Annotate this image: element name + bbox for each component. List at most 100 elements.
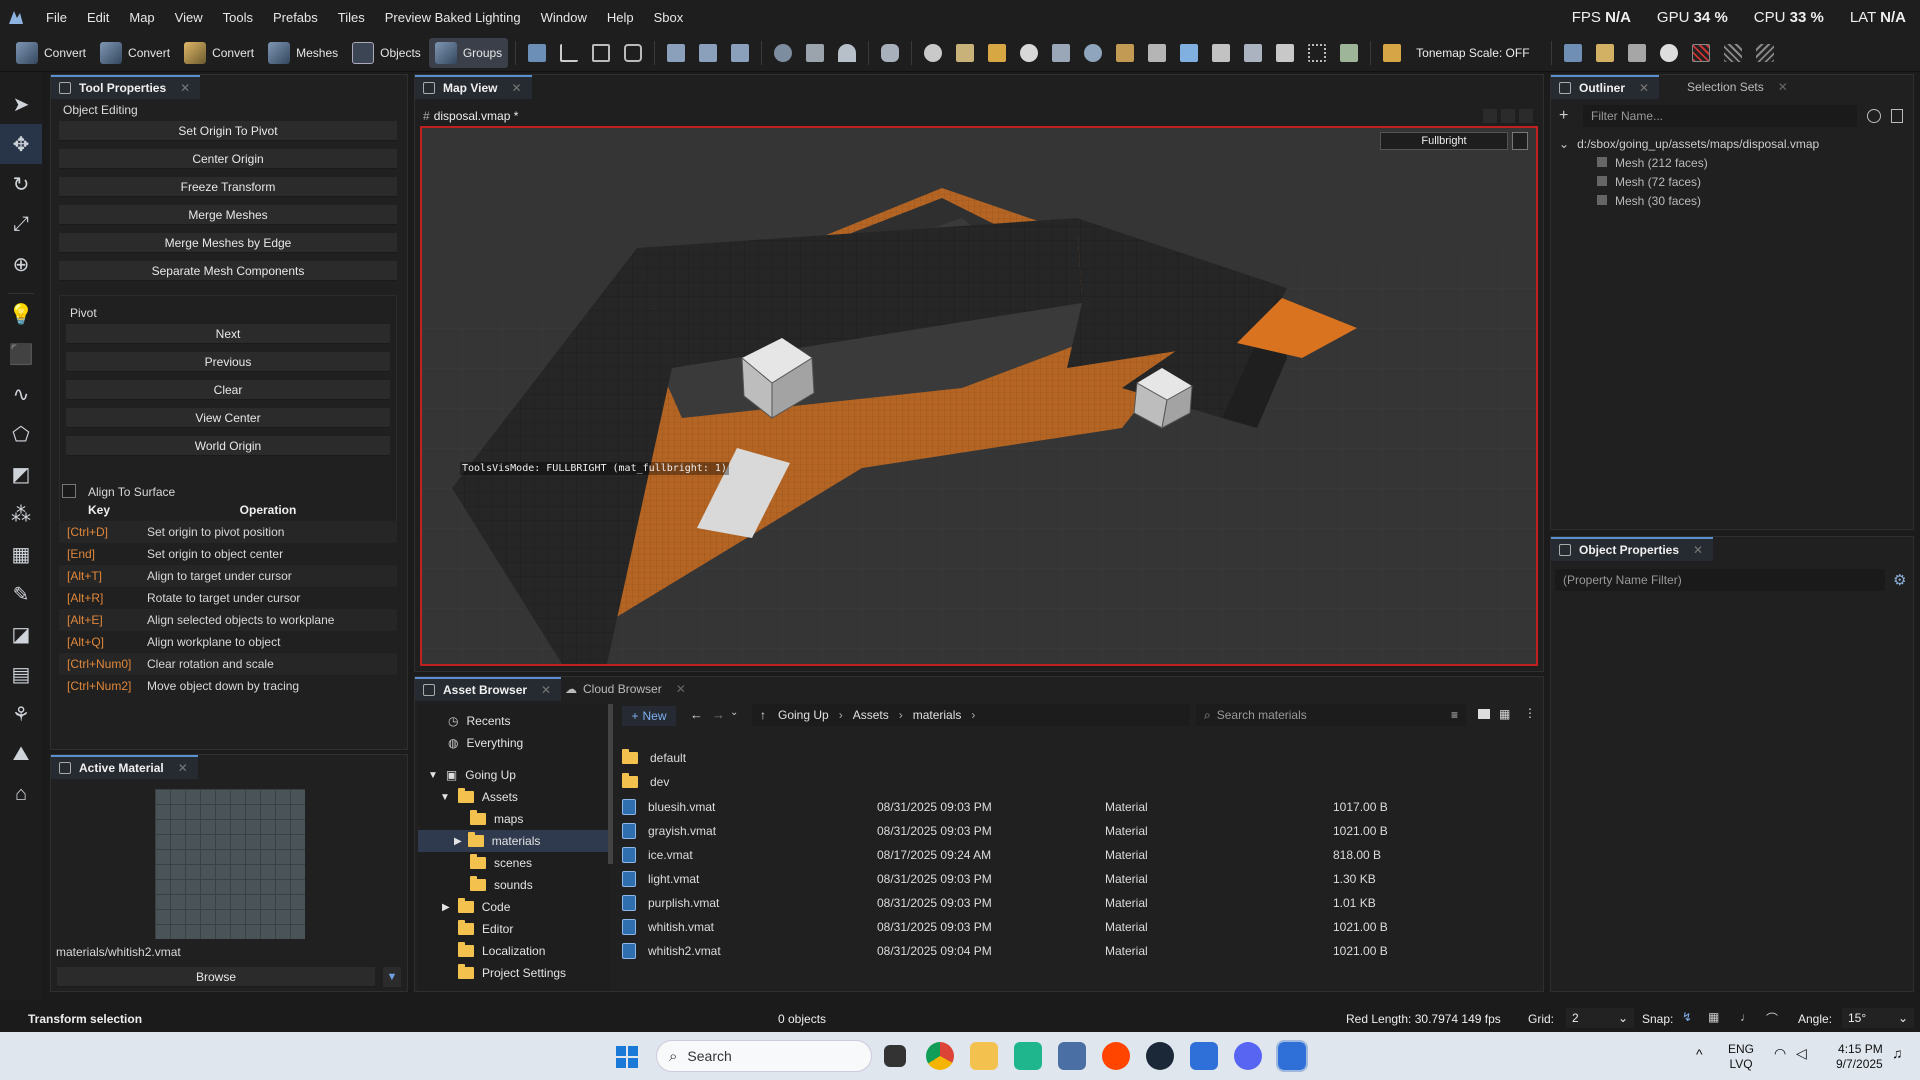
select-arrow-icon[interactable]: ➤: [0, 84, 42, 124]
merge-meshes-button[interactable]: Merge Meshes: [59, 205, 397, 225]
entity-icon[interactable]: [952, 40, 978, 66]
pivot-clear-button[interactable]: Clear: [66, 380, 390, 400]
terrain-tool-icon[interactable]: ⛰: [0, 734, 42, 774]
outliner-item[interactable]: Mesh (30 faces): [1597, 194, 1701, 208]
convert-button-1[interactable]: Convert: [10, 38, 92, 68]
steam-icon[interactable]: [1146, 1042, 1174, 1070]
property-filter-input[interactable]: (Property Name Filter): [1555, 569, 1885, 591]
plant-icon[interactable]: ⚘: [0, 694, 42, 734]
snap-angle-icon[interactable]: ⌒: [1766, 1010, 1778, 1027]
list-item[interactable]: dev: [622, 770, 1537, 794]
tonemap-icon[interactable]: [1379, 40, 1405, 66]
close-viewport-icon[interactable]: [1519, 109, 1533, 123]
close-icon[interactable]: ✕: [511, 81, 521, 95]
filter-icon[interactable]: ≡: [1451, 708, 1458, 722]
table-row[interactable]: whitish.vmat 08/31/2025 09:03 PM Material 1…: [622, 915, 1537, 939]
sphere-icon[interactable]: [770, 40, 796, 66]
more-options-icon[interactable]: ⋮: [1524, 706, 1536, 720]
chevron-right-icon[interactable]: ▶: [454, 836, 462, 847]
taskbar-search[interactable]: ⌕ Search: [656, 1040, 872, 1072]
checker-icon[interactable]: ▦: [0, 534, 42, 574]
terrain-icon[interactable]: [1624, 40, 1650, 66]
objects-button[interactable]: Objects: [346, 38, 427, 68]
grid-dots-icon[interactable]: [1304, 40, 1330, 66]
table-row[interactable]: bluesih.vmat 08/31/2025 09:03 PM Material 1…: [622, 795, 1537, 819]
cut-icon[interactable]: [695, 40, 721, 66]
tree-folder-materials[interactable]: ▶ materials: [418, 830, 610, 852]
separate-mesh-components-button[interactable]: Separate Mesh Components: [59, 261, 397, 281]
language-indicator[interactable]: ENG LVQ: [1728, 1042, 1754, 1072]
stripes-icon[interactable]: [1720, 40, 1746, 66]
breadcrumb-assets[interactable]: Assets: [853, 708, 889, 722]
freeze-transform-button[interactable]: Freeze Transform: [59, 177, 397, 197]
path-icon[interactable]: [1240, 40, 1266, 66]
tree-scrollbar[interactable]: [608, 704, 613, 864]
select-mesh-icon[interactable]: [524, 40, 550, 66]
tab-active-material[interactable]: Active Material ✕: [51, 755, 198, 779]
chevron-right-icon[interactable]: ▶: [442, 902, 450, 913]
brush-icon[interactable]: ✎: [0, 574, 42, 614]
foliage-icon[interactable]: [1336, 40, 1362, 66]
tree-folder-localization[interactable]: Localization: [458, 940, 545, 962]
outliner-filter-input[interactable]: Filter Name...: [1583, 105, 1857, 127]
run-icon[interactable]: [1272, 40, 1298, 66]
filter-options-icon[interactable]: [1867, 109, 1881, 123]
light-bulb-icon[interactable]: [920, 40, 946, 66]
notification-bell-icon[interactable]: ♫: [1892, 1045, 1903, 1061]
windows-start-icon[interactable]: [616, 1046, 638, 1068]
stack-icon[interactable]: ▤: [0, 654, 42, 694]
tab-tool-properties[interactable]: Tool Properties ✕: [51, 75, 201, 99]
convert-button-3[interactable]: Convert: [178, 38, 260, 68]
pivot-icon[interactable]: ⊕: [0, 244, 42, 284]
menu-sbox[interactable]: Sbox: [644, 10, 694, 25]
menu-tools[interactable]: Tools: [213, 10, 263, 25]
chevron-down-icon[interactable]: ⌄: [1559, 137, 1569, 151]
lamp-icon[interactable]: [1016, 40, 1042, 66]
clock[interactable]: 4:15 PM 9/7/2025: [1836, 1042, 1883, 1072]
pivot-world-origin-button[interactable]: World Origin: [66, 436, 390, 456]
tree-going-up[interactable]: ▼ ▣ Going Up: [428, 764, 516, 786]
outliner-item[interactable]: Mesh (72 faces): [1597, 175, 1701, 189]
tab-object-properties[interactable]: Object Properties ✕: [1551, 537, 1714, 561]
polygon-icon[interactable]: ⬠: [0, 414, 42, 454]
discord-icon[interactable]: [1234, 1042, 1262, 1070]
chevron-down-icon[interactable]: ▼: [428, 770, 438, 781]
sbox-active-icon[interactable]: [1276, 1040, 1308, 1072]
hatch-icon[interactable]: [1688, 40, 1714, 66]
angle-select[interactable]: 15° ⌄: [1842, 1008, 1914, 1028]
snap-grid-icon[interactable]: ▦: [1708, 1010, 1719, 1024]
forward-arrow-icon[interactable]: →: [712, 707, 725, 722]
outliner-root[interactable]: ⌄ d:/sbox/going_up/assets/maps/disposal.v…: [1559, 137, 1819, 151]
add-icon[interactable]: +: [1559, 107, 1568, 125]
document-tab[interactable]: # disposal.vmap *: [423, 109, 518, 123]
folder-view-icon[interactable]: [1478, 709, 1490, 719]
wifi-icon[interactable]: ◠: [1774, 1045, 1786, 1062]
grid-size-select[interactable]: 2 ⌄: [1566, 1008, 1634, 1028]
settings-gear-icon[interactable]: ⚙: [1893, 571, 1906, 589]
cube-icon[interactable]: [802, 40, 828, 66]
menu-view[interactable]: View: [165, 10, 213, 25]
split-icon[interactable]: [727, 40, 753, 66]
sbox-editor-icon[interactable]: [1190, 1042, 1218, 1070]
chrome-icon[interactable]: [926, 1042, 954, 1070]
merge-meshes-by-edge-button[interactable]: Merge Meshes by Edge: [59, 233, 397, 253]
crate-icon[interactable]: [984, 40, 1010, 66]
tab-map-view[interactable]: Map View ✕: [415, 75, 532, 99]
snap-magnet-icon[interactable]: ↯: [1682, 1010, 1692, 1024]
close-icon[interactable]: ✕: [1639, 81, 1649, 95]
menu-tiles[interactable]: Tiles: [328, 10, 375, 25]
blocks-icon[interactable]: [1176, 40, 1202, 66]
menu-file[interactable]: File: [36, 10, 77, 25]
align-to-surface-checkbox[interactable]: [62, 484, 76, 498]
outliner-item[interactable]: Mesh (212 faces): [1597, 156, 1708, 170]
chevron-down-icon[interactable]: ▼: [383, 967, 401, 987]
close-icon[interactable]: ✕: [541, 683, 551, 697]
close-icon[interactable]: ✕: [178, 761, 188, 775]
table-row[interactable]: whitish2.vmat 08/31/2025 09:04 PM Material…: [622, 939, 1537, 963]
table-row[interactable]: ice.vmat 08/17/2025 09:24 AM Material 818.0…: [622, 843, 1537, 867]
volume-icon[interactable]: ◁: [1796, 1045, 1807, 1062]
gamepad-icon[interactable]: [877, 40, 903, 66]
tree-folder-project-settings[interactable]: Project Settings: [458, 962, 566, 984]
close-icon[interactable]: ✕: [1778, 80, 1788, 94]
breadcrumb-going-up[interactable]: Going Up: [778, 708, 829, 722]
